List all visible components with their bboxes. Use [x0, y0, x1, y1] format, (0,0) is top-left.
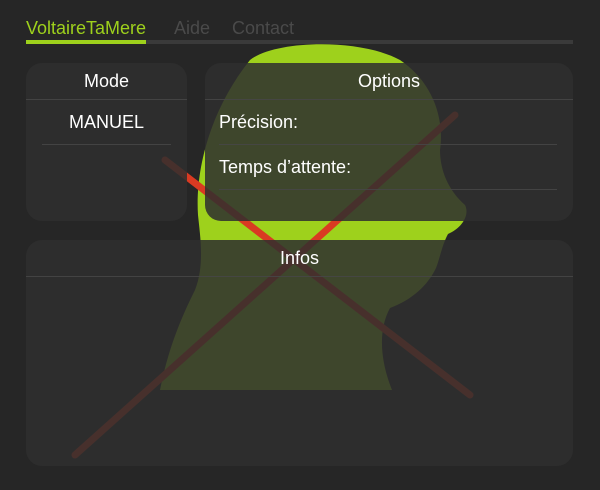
mode-value-button[interactable]: MANUEL — [42, 100, 171, 145]
tab-contact-label: Contact — [232, 18, 295, 38]
infos-panel: Infos — [26, 240, 573, 466]
tab-aide-label: Aide — [174, 18, 211, 38]
tab-voltairetamere[interactable]: VoltaireTaMere — [26, 16, 147, 44]
wait-time-setting[interactable]: Temps d’attente: — [219, 145, 557, 190]
tab-aide[interactable]: Aide — [174, 16, 210, 40]
main-tabs: VoltaireTaMere Aide Contact — [26, 16, 573, 44]
options-panel: Options Précision: Temps d’attente: — [205, 63, 573, 221]
tab-voltairetamere-label: VoltaireTaMere — [26, 18, 147, 38]
precision-label: Précision: — [219, 112, 299, 132]
tab-contact[interactable]: Contact — [232, 16, 294, 40]
infos-panel-title: Infos — [26, 240, 573, 277]
options-panel-title: Options — [205, 63, 573, 100]
precision-setting[interactable]: Précision: — [219, 100, 557, 145]
mode-panel-title: Mode — [26, 63, 187, 100]
active-tab-underline — [26, 40, 147, 44]
wait-time-label: Temps d’attente: — [219, 157, 352, 177]
mode-panel: Mode MANUEL — [26, 63, 187, 221]
